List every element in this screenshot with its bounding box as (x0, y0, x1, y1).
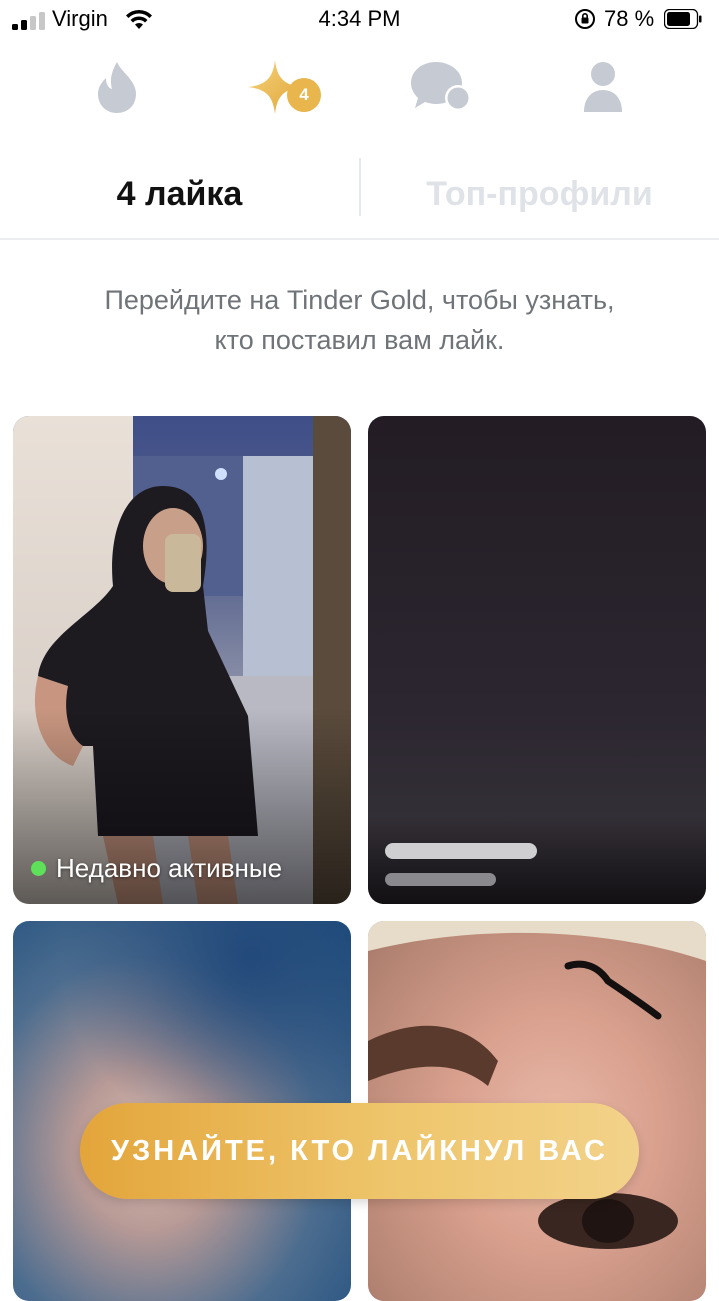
see-who-liked-you-button[interactable]: УЗНАЙТЕ, КТО ЛАЙКНУЛ ВАС (80, 1103, 639, 1199)
battery-percent: 78 % (604, 6, 655, 31)
top-navigation: 4 (0, 38, 719, 148)
name-placeholder-bar (385, 843, 537, 859)
liked-by-card[interactable] (368, 416, 706, 904)
profile-icon[interactable] (582, 60, 624, 114)
battery-icon (664, 9, 702, 29)
flame-icon[interactable] (94, 60, 140, 114)
rotation-lock-icon (575, 9, 595, 29)
status-bar: Virgin 4:34 PM 78 % (0, 0, 719, 38)
tab-likes[interactable]: 4 лайка (0, 164, 359, 224)
messages-icon[interactable] (410, 60, 472, 114)
likes-tabs: 4 лайка Топ-профили (0, 150, 719, 240)
promo-line-2: кто поставил вам лайк. (214, 325, 505, 355)
recently-active-status: Недавно активные (31, 853, 282, 884)
profile-photo (13, 416, 351, 904)
likes-count-badge: 4 (287, 78, 321, 112)
active-indicator-dot (31, 861, 46, 876)
gold-promo-text: Перейдите на Tinder Gold, чтобы узнать, … (40, 280, 679, 360)
age-placeholder-bar (385, 873, 496, 886)
promo-line-1: Перейдите на Tinder Gold, чтобы узнать, (104, 285, 615, 315)
recently-active-label: Недавно активные (56, 853, 283, 883)
tab-top-profiles[interactable]: Топ-профили (360, 164, 719, 224)
liked-by-card[interactable]: Недавно активные (13, 416, 351, 904)
